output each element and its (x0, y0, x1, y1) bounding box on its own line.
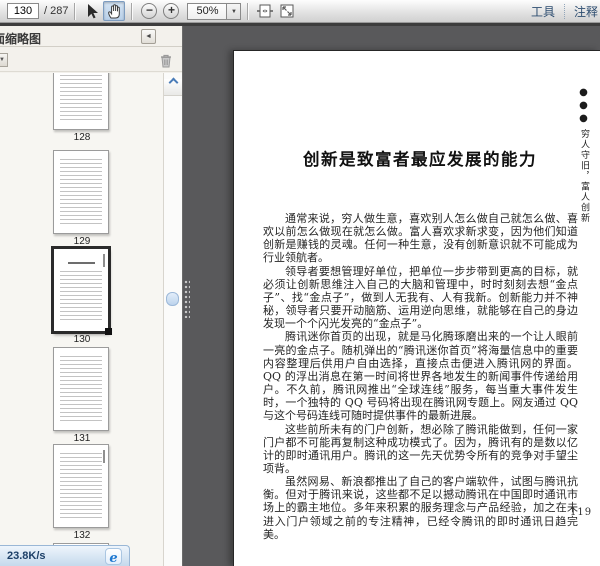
ie-e-glyph: e (109, 551, 118, 566)
scroll-mode-button[interactable] (254, 1, 276, 21)
toolbar-dotted-separator (563, 3, 565, 19)
page-number-input[interactable] (7, 3, 39, 19)
document-page: ●●● 穷人守旧，富人创新 创新是致富者最应发展的能力 通常来说，穷人做生意，喜… (233, 50, 600, 566)
trash-icon (159, 53, 173, 68)
comments-pane-button[interactable]: 注释 (574, 3, 598, 20)
toolbar-right-group: 工具 注释 (531, 3, 600, 20)
thumb-title-line (67, 262, 95, 264)
thumbnail-list: 128 129 130 131 132 (0, 73, 164, 566)
thumb-text-lines (60, 453, 102, 519)
toolbar: / 287 − + 50% ▼ (0, 0, 600, 23)
fit-width-icon (256, 2, 274, 20)
thumbnail-scrollbar[interactable] (163, 73, 182, 566)
printed-page-number: 119 (570, 507, 593, 518)
thumbnails-panel-header: 页面缩略图 ◄ (0, 26, 182, 47)
thumbnail-label: 129 (73, 236, 91, 247)
fit-page-icon (278, 2, 296, 20)
panel-title: 页面缩略图 (0, 32, 42, 46)
toolbar-separator (247, 2, 249, 20)
hand-tool-button[interactable] (103, 1, 126, 21)
thumb-side-tab (103, 450, 105, 463)
download-speed-value: 23.8K/s (7, 550, 46, 562)
splitter-grip-icon[interactable] (184, 280, 190, 318)
zoom-out-button[interactable]: − (141, 3, 158, 19)
thumb-text-lines (60, 159, 102, 225)
fit-page-button[interactable] (276, 1, 298, 21)
internet-explorer-icon[interactable]: e (105, 548, 122, 566)
paragraph: 这些前所未有的门户创新，想必除了腾讯能做到，任何一家门户都不可能再复制这种成功模… (263, 422, 578, 475)
zoom-in-button[interactable]: + (163, 3, 180, 19)
delete-page-button[interactable] (157, 51, 175, 69)
pdf-reader-window: / 287 − + 50% ▼ (0, 0, 600, 566)
zoom-level-value[interactable]: 50% (187, 2, 228, 20)
toolbar-separator (131, 2, 133, 20)
thumbnail-page-132[interactable] (53, 444, 109, 528)
panel-collapse-button[interactable]: ◄ (141, 29, 156, 44)
chevron-up-icon (168, 77, 178, 88)
thumbnail-label: 132 (73, 530, 91, 541)
thumb-text-lines (60, 356, 102, 422)
thumbnails-panel-toolbar: ▼ (0, 47, 182, 72)
zoom-dropdown-button[interactable]: ▼ (227, 2, 242, 20)
toolbar-separator (74, 2, 76, 20)
hand-icon (105, 2, 123, 20)
thumbnail-label: 131 (73, 433, 91, 444)
thumb-side-tab (103, 254, 105, 267)
body-text: 通常来说，穷人做生意，喜欢别人怎么做自己就怎么做、喜欢以前怎么做现在就怎么做。富… (263, 212, 578, 541)
cursor-arrow-icon (83, 2, 101, 20)
paragraph: 通常来说，穷人做生意，喜欢别人怎么做自己就怎么做、喜欢以前怎么做现在就怎么做。富… (263, 212, 578, 265)
toolbar-bottom-edge (0, 23, 600, 26)
panel-options-button[interactable]: ▼ (0, 53, 8, 67)
thumb-text-lines (60, 271, 102, 323)
thumbnail-page-131[interactable] (53, 347, 109, 431)
chapter-side-text: 穷人守旧，富人创新 (579, 129, 589, 224)
scrollbar-thumb[interactable] (166, 292, 179, 306)
paragraph: 虽然网易、新浪都推出了自己的客户端软件，试图与腾讯抗衡。但对于腾讯来说，这些都不… (263, 475, 578, 541)
panel-splitter[interactable] (184, 26, 191, 566)
paragraph: 领导者要想管理好单位，把单位一步步带到更高的目标，就必须让创新思维注入自己的大脑… (263, 264, 578, 331)
thumbnail-page-128[interactable] (53, 73, 109, 130)
chapter-seal-icon: ●●● (578, 87, 589, 126)
paragraph: 腾讯迷你首页的出现，就是马化腾琢磨出来的一个让人眼前一亮的金点子。随机弹出的“腾… (263, 330, 578, 423)
page-total-label: / 287 (44, 5, 69, 17)
thumbnails-panel: 页面缩略图 ◄ ▼ 128 (0, 26, 183, 566)
scroll-up-button[interactable] (164, 77, 182, 96)
thumbnail-label: 130 (73, 334, 91, 345)
select-tool-button[interactable] (81, 1, 103, 21)
tools-pane-button[interactable]: 工具 (531, 3, 555, 20)
thumbnail-page-129[interactable] (53, 150, 109, 234)
thumbnail-label: 128 (73, 132, 91, 143)
thumbnail-page-130-selected[interactable] (53, 248, 112, 335)
page-title: 创新是致富者最应发展的能力 (303, 150, 537, 169)
thumb-text-lines (60, 73, 102, 121)
download-speed-overlay: 23.8K/s e (0, 545, 130, 566)
